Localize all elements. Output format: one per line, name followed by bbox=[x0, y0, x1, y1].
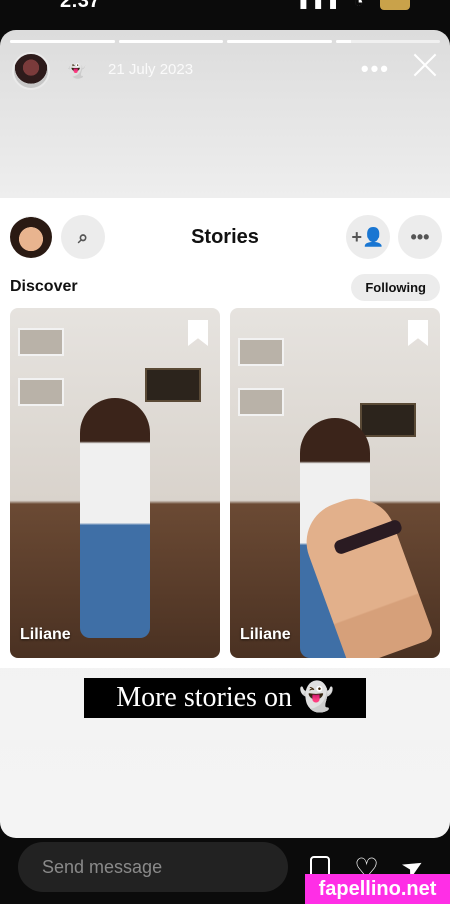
progress-fill bbox=[10, 40, 115, 43]
tile-name: Liliane bbox=[20, 626, 71, 643]
wifi-icon: ◔ bbox=[353, 0, 370, 11]
progress-segment bbox=[227, 40, 332, 43]
story-card[interactable]: 👻 21 July 2023 ••• ⌕ Stories +👤 ••• Disc… bbox=[0, 30, 450, 838]
bookmark-icon bbox=[408, 320, 428, 346]
person-photo bbox=[80, 398, 150, 638]
progress-fill bbox=[227, 40, 332, 43]
watermark: fapellino.net bbox=[305, 874, 450, 904]
tile-name: Liliane bbox=[240, 626, 291, 643]
story-date: 21 July 2023 bbox=[108, 61, 194, 78]
discover-label: Discover bbox=[10, 278, 78, 295]
bookmark-icon bbox=[188, 320, 208, 346]
shelf bbox=[18, 328, 64, 356]
signal-icon: ▮▮▮ bbox=[299, 0, 344, 11]
status-icons: ▮▮▮ ◔ bbox=[299, 0, 410, 12]
send-message-input[interactable] bbox=[18, 842, 288, 892]
story-header: 👻 21 July 2023 ••• bbox=[12, 50, 440, 90]
discover-row: Discover Following bbox=[0, 272, 450, 302]
wall-map bbox=[145, 368, 201, 402]
shelf bbox=[238, 338, 284, 366]
user-avatar[interactable] bbox=[12, 52, 50, 90]
more-icon[interactable]: ••• bbox=[361, 56, 390, 82]
progress-segment bbox=[118, 40, 223, 43]
progress-segment bbox=[10, 40, 115, 43]
ghost-icon: 👻 bbox=[66, 62, 86, 79]
close-icon[interactable] bbox=[410, 50, 440, 80]
embedded-screenshot: ⌕ Stories +👤 ••• Discover Following Lili… bbox=[0, 198, 450, 668]
story-progress bbox=[10, 40, 440, 43]
progress-fill bbox=[118, 40, 223, 43]
embedded-topbar: ⌕ Stories +👤 ••• bbox=[0, 198, 450, 268]
battery-icon bbox=[380, 0, 410, 10]
wall-map bbox=[360, 403, 416, 437]
more-button: ••• bbox=[398, 215, 442, 259]
story-tile: Liliane bbox=[10, 308, 220, 658]
shelf bbox=[238, 388, 284, 416]
shelf bbox=[18, 378, 64, 406]
add-friend-button: +👤 bbox=[346, 215, 390, 259]
status-bar: 2:37 ▮▮▮ ◔ bbox=[0, 0, 450, 30]
add-friend-icon: +👤 bbox=[351, 226, 385, 247]
progress-fill bbox=[335, 40, 352, 43]
following-tab: Following bbox=[351, 274, 440, 301]
story-tile: Liliane bbox=[230, 308, 440, 658]
progress-segment bbox=[335, 40, 440, 43]
status-time: 2:37 bbox=[60, 0, 101, 12]
more-icon: ••• bbox=[410, 226, 430, 247]
story-caption: More stories on 👻 bbox=[84, 678, 366, 718]
